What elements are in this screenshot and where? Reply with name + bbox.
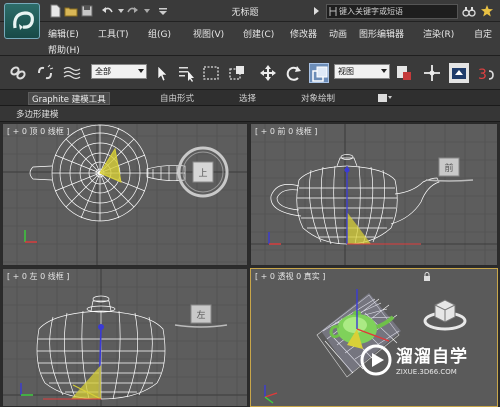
select-by-name-icon[interactable] bbox=[176, 63, 196, 83]
snaps-toggle-icon[interactable]: 3 bbox=[477, 63, 495, 83]
search-input[interactable]: 键入关键字或短语 bbox=[326, 4, 458, 19]
document-title: 无标题 bbox=[231, 8, 259, 18]
ribbon-panel-bar: 多边形建模 bbox=[0, 106, 500, 122]
menu-graph-editors[interactable]: 图形编辑器 bbox=[359, 27, 404, 40]
chevron-down-icon bbox=[138, 69, 144, 73]
viewcube-top-face[interactable]: 上 bbox=[198, 168, 207, 179]
viewcube-left-face[interactable]: 左 bbox=[196, 309, 205, 321]
graphite-ribbon: Graphite 建模工具 自由形式 选择 对象绘制 bbox=[0, 90, 500, 106]
redo-icon[interactable] bbox=[126, 4, 140, 18]
viewcube-front-face[interactable]: 前 bbox=[444, 162, 453, 174]
viewport-perspective-label[interactable]: [ + 0 透视 0 真实 ] bbox=[255, 271, 325, 282]
rectangular-selection-icon[interactable] bbox=[201, 63, 221, 83]
selection-filter-dropdown[interactable]: 全部 bbox=[91, 64, 147, 79]
viewport-left[interactable]: 左 [ + 0 左 0 线框 ] bbox=[2, 268, 248, 407]
menu-group[interactable]: 组(G) bbox=[148, 27, 171, 40]
watermark-url: ZIXUE.3D66.COM bbox=[396, 368, 457, 376]
unlink-icon[interactable] bbox=[35, 63, 55, 83]
axis-tripod bbox=[268, 232, 281, 245]
menu-tools[interactable]: 工具(T) bbox=[98, 27, 129, 40]
ribbon-options-icon[interactable] bbox=[378, 93, 392, 103]
menu-create[interactable]: 创建(C) bbox=[243, 27, 274, 40]
selection-filter-value: 全部 bbox=[95, 67, 111, 76]
keyboard-shortcut-override-icon[interactable] bbox=[449, 63, 469, 83]
main-toolbar: 全部 视图 3 bbox=[0, 56, 500, 90]
window-crossing-icon[interactable] bbox=[227, 63, 247, 83]
polygon-modeling-panel[interactable]: 多边形建模 bbox=[16, 108, 59, 120]
bind-space-warp-icon[interactable] bbox=[62, 63, 82, 83]
watermark: 溜溜自学 ZIXUE.3D66.COM bbox=[356, 336, 496, 392]
quick-access-customize-icon[interactable] bbox=[156, 4, 170, 18]
menu-modifiers[interactable]: 修改器 bbox=[290, 27, 317, 40]
reference-coordinate-dropdown[interactable]: 视图 bbox=[334, 64, 390, 79]
tab-selection[interactable]: 选择 bbox=[236, 92, 259, 105]
left-view-scene: 左 bbox=[3, 269, 247, 406]
move-icon[interactable] bbox=[258, 63, 278, 83]
menu-rendering[interactable]: 渲染(R) bbox=[423, 27, 454, 40]
viewport-top-label[interactable]: [ + 0 顶 0 线框 ] bbox=[7, 126, 69, 137]
menu-edit[interactable]: 编辑(E) bbox=[48, 27, 79, 40]
save-icon[interactable] bbox=[80, 4, 94, 18]
axis-tripod bbox=[20, 383, 33, 396]
lock-icon[interactable] bbox=[423, 272, 431, 281]
menu-views[interactable]: 视图(V) bbox=[193, 27, 224, 40]
3dsmax-logo-icon bbox=[13, 11, 34, 30]
reference-coordinate-value: 视图 bbox=[338, 67, 354, 76]
search-arrow-icon[interactable] bbox=[309, 4, 323, 18]
link-icon[interactable] bbox=[8, 63, 28, 83]
tab-freeform[interactable]: 自由形式 bbox=[157, 92, 197, 105]
menu-bar: 编辑(E) 工具(T) 组(G) 视图(V) 创建(C) 修改器 动画 图形编辑… bbox=[0, 22, 500, 56]
axis-tripod bbox=[24, 230, 37, 243]
select-manipulate-icon[interactable] bbox=[422, 63, 442, 83]
front-view-scene: 前 bbox=[251, 124, 497, 265]
app-menu-button[interactable] bbox=[4, 3, 40, 39]
select-object-icon[interactable] bbox=[152, 63, 172, 83]
top-view-scene: 上 bbox=[3, 124, 247, 265]
viewport-front[interactable]: 前 [ + 0 前 0 线框 ] bbox=[250, 123, 498, 266]
viewport-front-label[interactable]: [ + 0 前 0 线框 ] bbox=[255, 126, 317, 137]
help-star-icon[interactable] bbox=[480, 4, 494, 18]
keyword-icon bbox=[329, 7, 337, 16]
open-folder-icon[interactable] bbox=[64, 4, 78, 18]
tab-graphite-modeling[interactable]: Graphite 建模工具 bbox=[28, 92, 110, 105]
tab-object-paint[interactable]: 对象绘制 bbox=[298, 92, 338, 105]
menu-animation[interactable]: 动画 bbox=[329, 27, 347, 40]
rotate-icon[interactable] bbox=[284, 63, 304, 83]
binoculars-icon[interactable] bbox=[462, 4, 476, 18]
watermark-play-logo-icon bbox=[360, 344, 392, 376]
viewport-top[interactable]: 上 [ + 0 顶 0 线框 ] bbox=[2, 123, 248, 266]
watermark-brand: 溜溜自学 bbox=[396, 347, 468, 367]
select-and-scale-icon[interactable] bbox=[309, 63, 329, 83]
chevron-down-icon bbox=[381, 69, 387, 73]
undo-icon[interactable] bbox=[100, 4, 114, 18]
svg-text:3: 3 bbox=[478, 67, 487, 83]
search-placeholder: 键入关键字或短语 bbox=[339, 7, 403, 16]
redo-dropdown-icon[interactable] bbox=[140, 4, 154, 18]
viewport-left-label[interactable]: [ + 0 左 0 线框 ] bbox=[7, 271, 69, 282]
title-bar: 无标题 键入关键字或短语 bbox=[0, 0, 500, 22]
pivot-center-icon[interactable] bbox=[394, 63, 414, 83]
new-file-icon[interactable] bbox=[48, 4, 62, 18]
menu-customize[interactable]: 自定 bbox=[474, 27, 492, 40]
menu-help[interactable]: 帮助(H) bbox=[48, 43, 80, 56]
